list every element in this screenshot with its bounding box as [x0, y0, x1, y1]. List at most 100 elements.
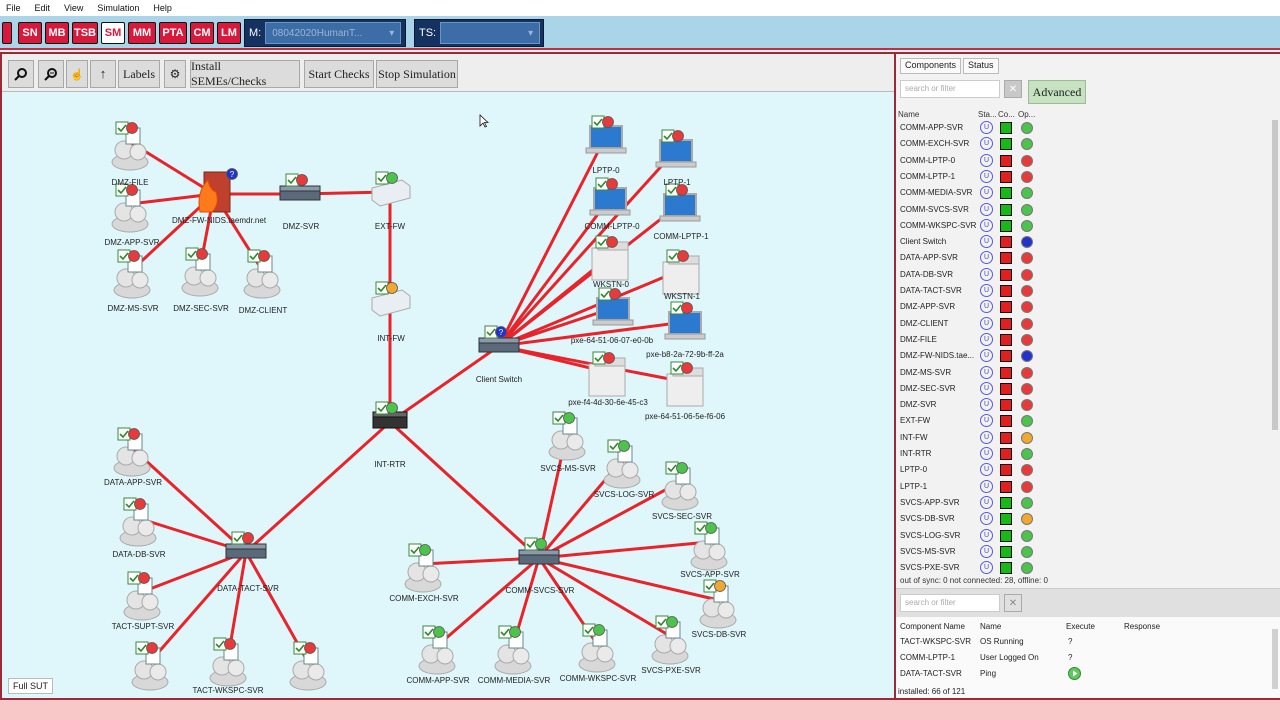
mode-lm-button[interactable]: LM	[217, 22, 241, 44]
network-node-data-tact-svr[interactable]	[225, 531, 267, 559]
network-node-pxe-f4-4d-30-6e-45-c3[interactable]	[588, 351, 626, 397]
mode-cm-button[interactable]: CM	[190, 22, 214, 44]
network-node-lptp-0[interactable]	[585, 115, 627, 154]
component-row[interactable]: COMM-EXCH-SVR U	[896, 136, 1272, 152]
component-row[interactable]: DMZ-FILE U	[896, 332, 1272, 348]
mode-edge-button[interactable]	[2, 22, 12, 44]
component-row[interactable]: DMZ-MS-SVR U	[896, 365, 1272, 381]
component-row[interactable]: DMZ-SEC-SVR U	[896, 381, 1272, 397]
col-op-header[interactable]: Op...	[1018, 110, 1035, 119]
network-node-data-db-svr[interactable]	[119, 497, 157, 547]
play-icon[interactable]	[1068, 667, 1081, 680]
component-row[interactable]: EXT-FW U	[896, 413, 1272, 429]
stop-simulation-button[interactable]: Stop Simulation	[376, 60, 458, 88]
network-node-data-x2[interactable]	[289, 641, 327, 691]
network-node-int-fw[interactable]	[371, 281, 411, 317]
check-row-execute[interactable]: ?	[1068, 637, 1072, 646]
network-node-svcs-log-svr[interactable]	[603, 439, 641, 489]
component-row[interactable]: DATA-TACT-SVR U	[896, 283, 1272, 299]
network-node-dmz-sec-svr[interactable]	[181, 247, 219, 297]
col-check-name-header[interactable]: Name	[980, 622, 1001, 631]
check-row-name[interactable]: User Logged On	[980, 653, 1039, 662]
network-node-int-rtr[interactable]	[372, 401, 408, 429]
full-sut-label[interactable]: Full SUT	[8, 678, 54, 694]
menu-help[interactable]: Help	[153, 3, 172, 13]
ts-dropdown[interactable]: ▾	[440, 22, 541, 44]
check-row-name[interactable]: Ping	[980, 669, 996, 678]
network-node-svcs-sec-svr[interactable]	[661, 461, 699, 511]
col-conn-header[interactable]: Co...	[998, 110, 1015, 119]
mode-pta-button[interactable]: PTA	[159, 22, 187, 44]
component-list-scrollbar[interactable]	[1272, 120, 1278, 430]
network-node-lptp-1[interactable]	[655, 129, 697, 168]
network-node-comm-lptp-0[interactable]	[589, 177, 631, 216]
settings-button[interactable]: ⚙	[164, 60, 186, 88]
mode-tsb-button[interactable]: TSB	[72, 22, 98, 44]
check-row-component[interactable]: DATA-TACT-SVR	[900, 669, 962, 678]
zoom-in-button[interactable]	[8, 60, 34, 88]
col-execute-header[interactable]: Execute	[1066, 622, 1095, 631]
component-row[interactable]: SVCS-DB-SVR U	[896, 511, 1272, 527]
col-response-header[interactable]: Response	[1124, 622, 1160, 631]
clear-search-button[interactable]: ✕	[1004, 80, 1022, 98]
clear-checks-search-button[interactable]: ✕	[1004, 594, 1022, 612]
up-button[interactable]: ↑	[90, 60, 116, 88]
menu-simulation[interactable]: Simulation	[97, 3, 139, 13]
checks-search-input[interactable]: search or filter	[900, 594, 1000, 612]
component-row[interactable]: SVCS-MS-SVR U	[896, 544, 1272, 560]
labels-button[interactable]: Labels	[118, 60, 160, 88]
component-row[interactable]: COMM-WKSPC-SVR U	[896, 218, 1272, 234]
component-row[interactable]: Client Switch U	[896, 234, 1272, 250]
network-node-comm-media-svr[interactable]	[494, 625, 532, 675]
check-row-execute[interactable]: ?	[1068, 653, 1072, 662]
mission-dropdown[interactable]: 08042020HumanT... ▾	[265, 22, 402, 44]
component-row[interactable]: DMZ-CLIENT U	[896, 316, 1272, 332]
component-search-input[interactable]: search or filter	[900, 80, 1000, 98]
network-node-svcs-pxe-svr[interactable]	[651, 615, 689, 665]
network-node-dmz-fw-nids[interactable]: ?	[198, 168, 238, 213]
network-node-wkstn-0[interactable]	[591, 235, 629, 281]
network-node-dmz-app-svr[interactable]	[111, 183, 149, 233]
component-row[interactable]: LPTP-0 U	[896, 462, 1272, 478]
ts-selector[interactable]: TS: ▾	[414, 19, 544, 47]
col-name-header[interactable]: Name	[898, 110, 919, 119]
network-node-dmz-file[interactable]	[111, 121, 149, 171]
install-semes-button[interactable]: Install SEMEs/Checks	[190, 59, 300, 88]
tab-components[interactable]: Components	[900, 58, 962, 74]
network-node-dmz-client[interactable]	[243, 249, 281, 299]
check-row-component[interactable]: TACT-WKSPC-SVR	[900, 637, 971, 646]
component-row[interactable]: DATA-DB-SVR U	[896, 267, 1272, 283]
col-component-header[interactable]: Component Name	[900, 622, 965, 631]
mission-selector[interactable]: M: 08042020HumanT... ▾	[244, 19, 406, 47]
component-row[interactable]: DMZ-APP-SVR U	[896, 299, 1272, 315]
network-node-svcs-app-svr[interactable]	[690, 521, 728, 571]
mode-mm-button[interactable]: MM	[128, 22, 156, 44]
start-checks-button[interactable]: Start Checks	[304, 60, 374, 88]
component-row[interactable]: COMM-LPTP-0 U	[896, 153, 1272, 169]
component-row[interactable]: SVCS-LOG-SVR U	[896, 528, 1272, 544]
component-row[interactable]: INT-FW U	[896, 430, 1272, 446]
menu-view[interactable]: View	[64, 3, 83, 13]
network-node-tact-supt-svr[interactable]	[123, 571, 161, 621]
menu-edit[interactable]: Edit	[35, 3, 51, 13]
network-node-pxe-64-51-06-5e-f6-06[interactable]	[666, 361, 704, 407]
component-row[interactable]: COMM-APP-SVR U	[896, 120, 1272, 136]
network-node-comm-lptp-1[interactable]	[659, 183, 701, 222]
component-row[interactable]: DMZ-FW-NIDS.tae... U	[896, 348, 1272, 364]
check-row-component[interactable]: COMM-LPTP-1	[900, 653, 955, 662]
network-node-svcs-db-svr[interactable]	[699, 579, 737, 629]
network-node-ext-fw[interactable]	[371, 171, 411, 207]
component-row[interactable]: INT-RTR U	[896, 446, 1272, 462]
network-node-wkstn-1[interactable]	[662, 249, 700, 295]
component-row[interactable]: COMM-SVCS-SVR U	[896, 202, 1272, 218]
menu-file[interactable]: File	[6, 3, 21, 13]
component-row[interactable]: COMM-LPTP-1 U	[896, 169, 1272, 185]
network-node-pxe-b8-2a-72-9b-ff-2a[interactable]	[664, 301, 706, 340]
mode-sm-button[interactable]: SM	[101, 22, 125, 44]
advanced-button[interactable]: Advanced	[1028, 80, 1086, 104]
checks-scrollbar[interactable]	[1272, 629, 1278, 689]
pan-button[interactable]: ☝	[66, 60, 88, 88]
component-row[interactable]: SVCS-PXE-SVR U	[896, 560, 1272, 576]
tab-status[interactable]: Status	[963, 58, 999, 74]
network-node-dmz-svr[interactable]	[279, 173, 321, 201]
